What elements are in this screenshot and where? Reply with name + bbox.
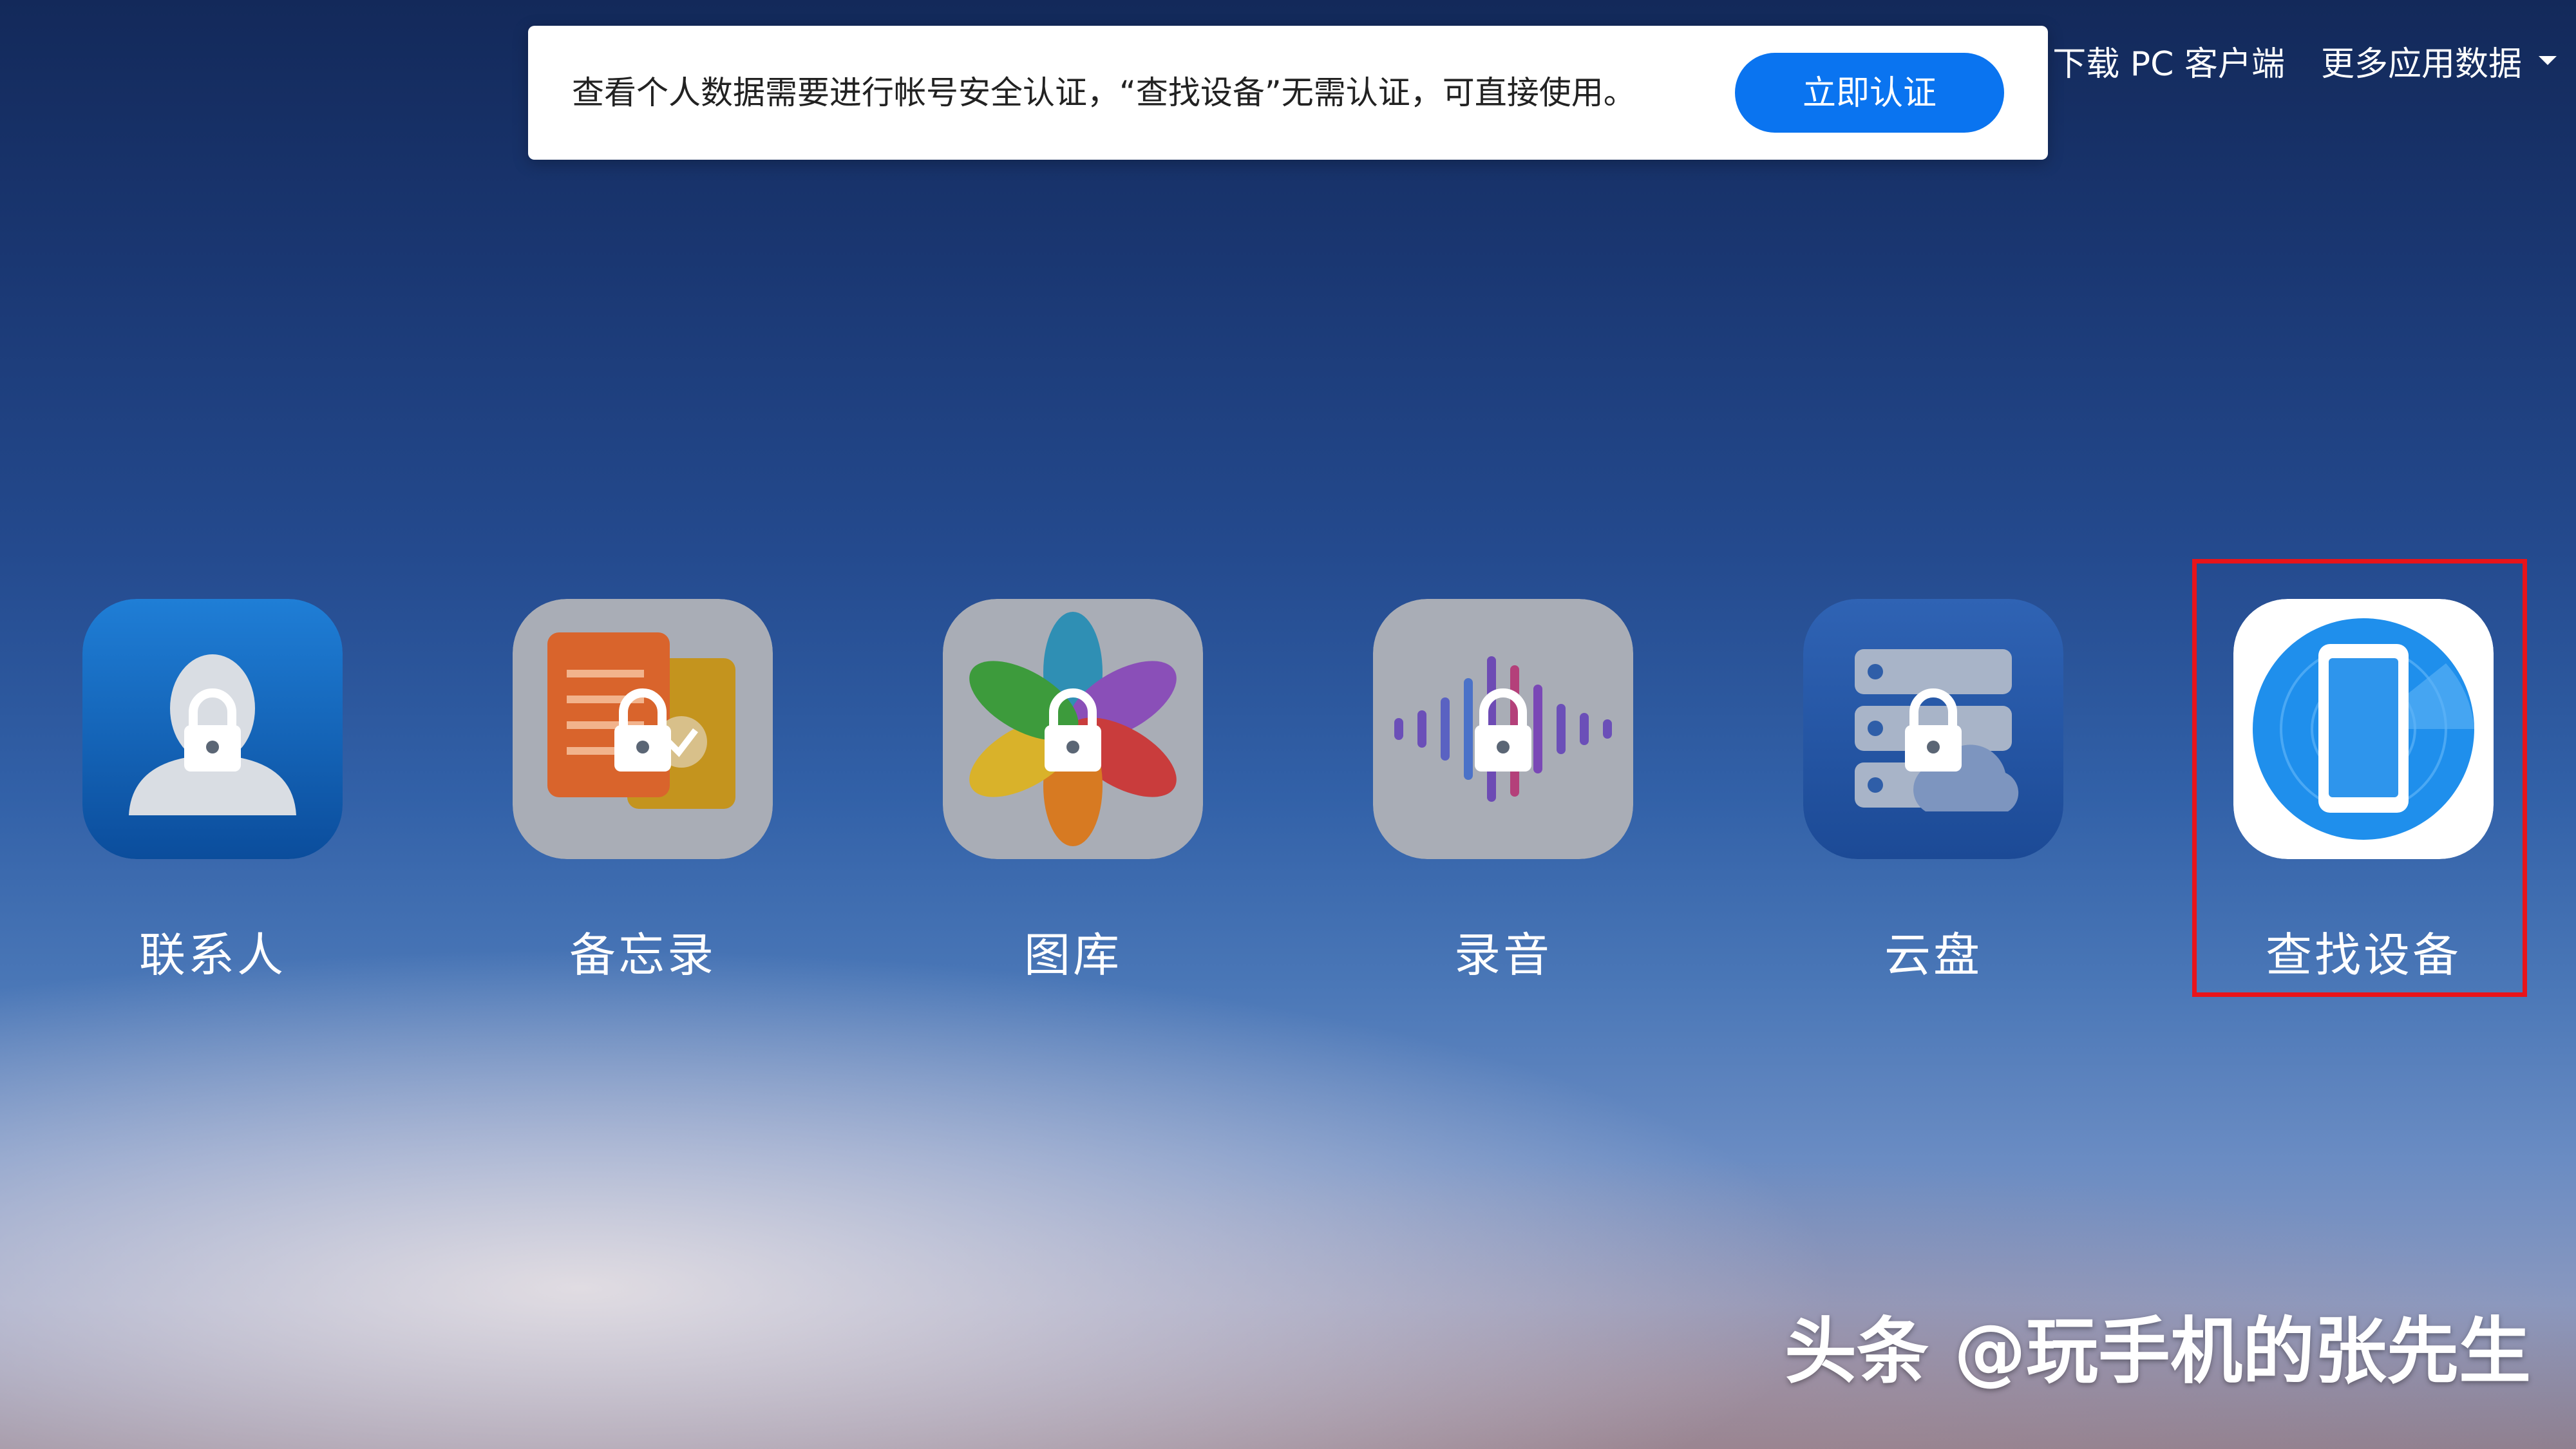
highlight-frame bbox=[2192, 559, 2527, 997]
app-contacts[interactable]: 联系人 bbox=[82, 599, 343, 985]
app-notes[interactable]: 备忘录 bbox=[513, 599, 773, 985]
monitor-icon bbox=[2020, 46, 2039, 74]
app-contacts-label: 联系人 bbox=[138, 928, 286, 982]
recorder-icon bbox=[1373, 599, 1633, 859]
app-notes-label: 备忘录 bbox=[569, 928, 716, 982]
app-gallery-label: 图库 bbox=[1023, 928, 1122, 982]
watermark: 头条 @玩手机的张先生 bbox=[1785, 1310, 2531, 1394]
app-cloud-drive-label: 云盘 bbox=[1884, 928, 1982, 982]
auth-banner: 查看个人数据需要进行帐号安全认证，“查找设备”无需认证，可直接使用。 立即认证 bbox=[528, 26, 2048, 160]
contacts-icon bbox=[82, 599, 343, 859]
download-pc-client-link[interactable]: 下载 PC 客户端 bbox=[2019, 37, 2285, 85]
app-grid: 联系人 备忘录 图库 录音 云盘 查找设备 bbox=[0, 599, 2576, 998]
app-cloud-drive[interactable]: 云盘 bbox=[1803, 599, 2063, 985]
notes-icon bbox=[513, 599, 773, 859]
download-pc-client-label: 下载 PC 客户端 bbox=[2052, 44, 2285, 84]
gallery-icon bbox=[943, 599, 1203, 859]
more-app-data-label: 更多应用数据 bbox=[2320, 44, 2522, 84]
cloud-drive-icon bbox=[1803, 599, 2063, 859]
more-app-data-dropdown[interactable]: 更多应用数据 bbox=[2321, 37, 2557, 85]
top-nav: 下载 PC 客户端 更多应用数据 bbox=[2019, 35, 2557, 86]
chevron-down-icon bbox=[2539, 56, 2557, 65]
app-gallery[interactable]: 图库 bbox=[943, 599, 1203, 985]
app-recorder[interactable]: 录音 bbox=[1373, 599, 1633, 985]
app-recorder-label: 录音 bbox=[1454, 928, 1552, 982]
verify-now-button[interactable]: 立即认证 bbox=[1735, 53, 2004, 133]
auth-banner-message: 查看个人数据需要进行帐号安全认证，“查找设备”无需认证，可直接使用。 bbox=[572, 74, 1636, 111]
